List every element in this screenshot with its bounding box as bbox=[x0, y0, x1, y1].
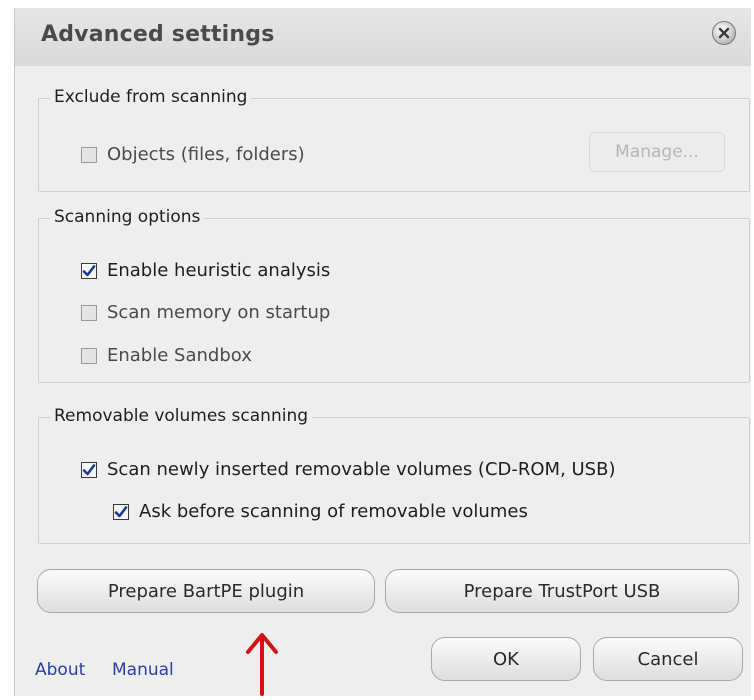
exclude-from-scanning-group: Exclude from scanning Objects (files, fo… bbox=[38, 87, 750, 192]
scan-removable-row[interactable]: Scan newly inserted removable volumes (C… bbox=[81, 459, 615, 480]
scan-removable-checkbox[interactable] bbox=[81, 461, 97, 478]
enable-sandbox-row[interactable]: Enable Sandbox bbox=[81, 345, 252, 366]
checkmark-icon bbox=[82, 463, 96, 475]
heuristic-analysis-label: Enable heuristic analysis bbox=[107, 260, 331, 281]
scan-removable-label: Scan newly inserted removable volumes (C… bbox=[107, 459, 616, 480]
removable-volumes-group: Removable volumes scanning Scan newly in… bbox=[38, 406, 750, 544]
ask-before-scanning-label: Ask before scanning of removable volumes bbox=[139, 501, 528, 522]
enable-sandbox-checkbox[interactable] bbox=[81, 347, 97, 364]
objects-checkbox-label: Objects (files, folders) bbox=[107, 144, 305, 165]
title-bar: Advanced settings bbox=[15, 8, 751, 66]
heuristic-analysis-row[interactable]: Enable heuristic analysis bbox=[81, 260, 330, 281]
about-link[interactable]: About bbox=[35, 660, 85, 680]
dialog-title: Advanced settings bbox=[41, 22, 275, 47]
red-arrow-up-icon bbox=[246, 633, 278, 696]
scan-memory-row[interactable]: Scan memory on startup bbox=[81, 302, 330, 323]
cancel-button[interactable]: Cancel bbox=[593, 637, 743, 681]
objects-checkbox-row[interactable]: Objects (files, folders) bbox=[81, 144, 305, 165]
enable-sandbox-label: Enable Sandbox bbox=[107, 345, 252, 366]
scan-memory-checkbox[interactable] bbox=[81, 304, 97, 321]
scanning-group-label: Scanning options bbox=[50, 207, 205, 227]
prepare-bartpe-plugin-button[interactable]: Prepare BartPE plugin bbox=[37, 569, 375, 613]
ok-button[interactable]: OK bbox=[431, 637, 581, 681]
objects-checkbox[interactable] bbox=[81, 146, 97, 163]
ask-before-scanning-row[interactable]: Ask before scanning of removable volumes bbox=[113, 501, 528, 522]
scan-memory-label: Scan memory on startup bbox=[107, 302, 331, 323]
scanning-options-group: Scanning options Enable heuristic analys… bbox=[38, 207, 750, 383]
exclude-group-label: Exclude from scanning bbox=[50, 87, 252, 107]
advanced-settings-dialog: Advanced settings Exclude from scanning … bbox=[14, 8, 751, 696]
close-button[interactable] bbox=[712, 21, 736, 45]
prepare-trustport-usb-button[interactable]: Prepare TrustPort USB bbox=[385, 569, 739, 613]
checkmark-icon bbox=[82, 264, 96, 276]
heuristic-analysis-checkbox[interactable] bbox=[81, 262, 97, 279]
removable-group-label: Removable volumes scanning bbox=[50, 406, 313, 426]
ask-before-scanning-checkbox[interactable] bbox=[113, 503, 129, 520]
manual-link[interactable]: Manual bbox=[112, 660, 174, 680]
close-icon bbox=[718, 27, 730, 39]
manage-button[interactable]: Manage... bbox=[589, 132, 725, 172]
checkmark-icon bbox=[114, 505, 128, 517]
